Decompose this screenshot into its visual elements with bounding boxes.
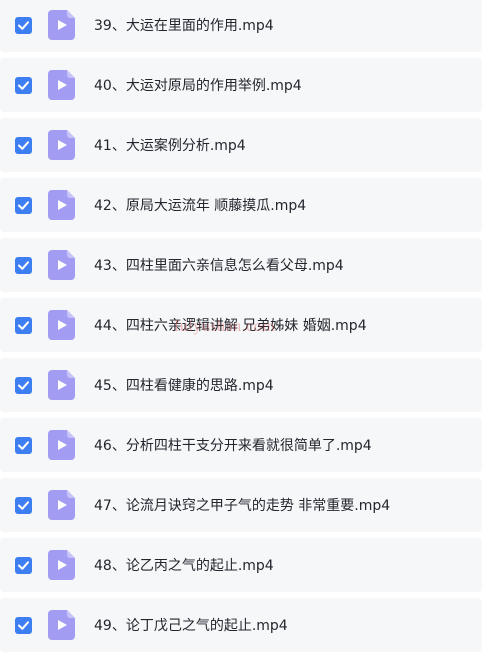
file-row[interactable]: 43、四柱里面六亲信息怎么看父母.mp4 [0,238,482,292]
video-file-icon [48,610,75,640]
checkbox-checked[interactable] [15,317,32,334]
video-file-icon [48,70,75,100]
file-name: 40、大运对原局的作用举例.mp4 [94,78,302,94]
file-row[interactable]: 45、四柱看健康的思路.mp4 [0,358,482,412]
check-icon [18,561,29,570]
checkbox-checked[interactable] [15,17,32,34]
video-file-icon [48,550,75,580]
file-row[interactable]: 46、分析四柱干支分开来看就很简单了.mp4 [0,418,482,472]
check-icon [18,261,29,270]
check-icon [18,621,29,630]
file-name: 45、四柱看健康的思路.mp4 [94,378,274,394]
checkbox-checked[interactable] [15,257,32,274]
checkbox-checked[interactable] [15,557,32,574]
check-icon [18,441,29,450]
checkbox-checked[interactable] [15,617,32,634]
file-name: 44、四柱六亲逻辑讲解 兄弟姊妹 婚姻.mp4 [94,318,367,334]
check-icon [18,81,29,90]
file-row[interactable]: 47、论流月诀窍之甲子气的走势 非常重要.mp4 [0,478,482,532]
file-name: 39、大运在里面的作用.mp4 [94,18,274,34]
check-icon [18,501,29,510]
file-name: 42、原局大运流年 顺藤摸瓜.mp4 [94,198,307,214]
file-name: 47、论流月诀窍之甲子气的走势 非常重要.mp4 [94,498,391,514]
check-icon [18,21,29,30]
file-row[interactable]: 40、大运对原局的作用举例.mp4 [0,58,482,112]
file-row[interactable]: 42、原局大运流年 顺藤摸瓜.mp4 [0,178,482,232]
video-file-icon [48,130,75,160]
file-name: 49、论丁戊己之气的起止.mp4 [94,618,288,634]
file-name: 48、论乙丙之气的起止.mp4 [94,558,274,574]
file-list: 39、大运在里面的作用.mp4 40、大运对原局的作用举例.mp4 41、大运案… [0,0,482,652]
video-file-icon [48,370,75,400]
file-name: 43、四柱里面六亲信息怎么看父母.mp4 [94,258,344,274]
video-file-icon [48,190,75,220]
checkbox-checked[interactable] [15,137,32,154]
file-row[interactable]: 49、论丁戊己之气的起止.mp4 [0,598,482,652]
video-file-icon [48,250,75,280]
checkbox-checked[interactable] [15,77,32,94]
checkbox-checked[interactable] [15,197,32,214]
checkbox-checked[interactable] [15,437,32,454]
video-file-icon [48,10,75,40]
file-name: 41、大运案例分析.mp4 [94,138,246,154]
check-icon [18,381,29,390]
check-icon [18,321,29,330]
check-icon [18,141,29,150]
checkbox-checked[interactable] [15,497,32,514]
file-row[interactable]: 44、四柱六亲逻辑讲解 兄弟姊妹 婚姻.mp4 [0,298,482,352]
file-row[interactable]: 48、论乙丙之气的起止.mp4 [0,538,482,592]
file-row[interactable]: 41、大运案例分析.mp4 [0,118,482,172]
check-icon [18,201,29,210]
video-file-icon [48,490,75,520]
checkbox-checked[interactable] [15,377,32,394]
file-name: 46、分析四柱干支分开来看就很简单了.mp4 [94,438,372,454]
file-row[interactable]: 39、大运在里面的作用.mp4 [0,0,482,52]
video-file-icon [48,430,75,460]
video-file-icon [48,310,75,340]
